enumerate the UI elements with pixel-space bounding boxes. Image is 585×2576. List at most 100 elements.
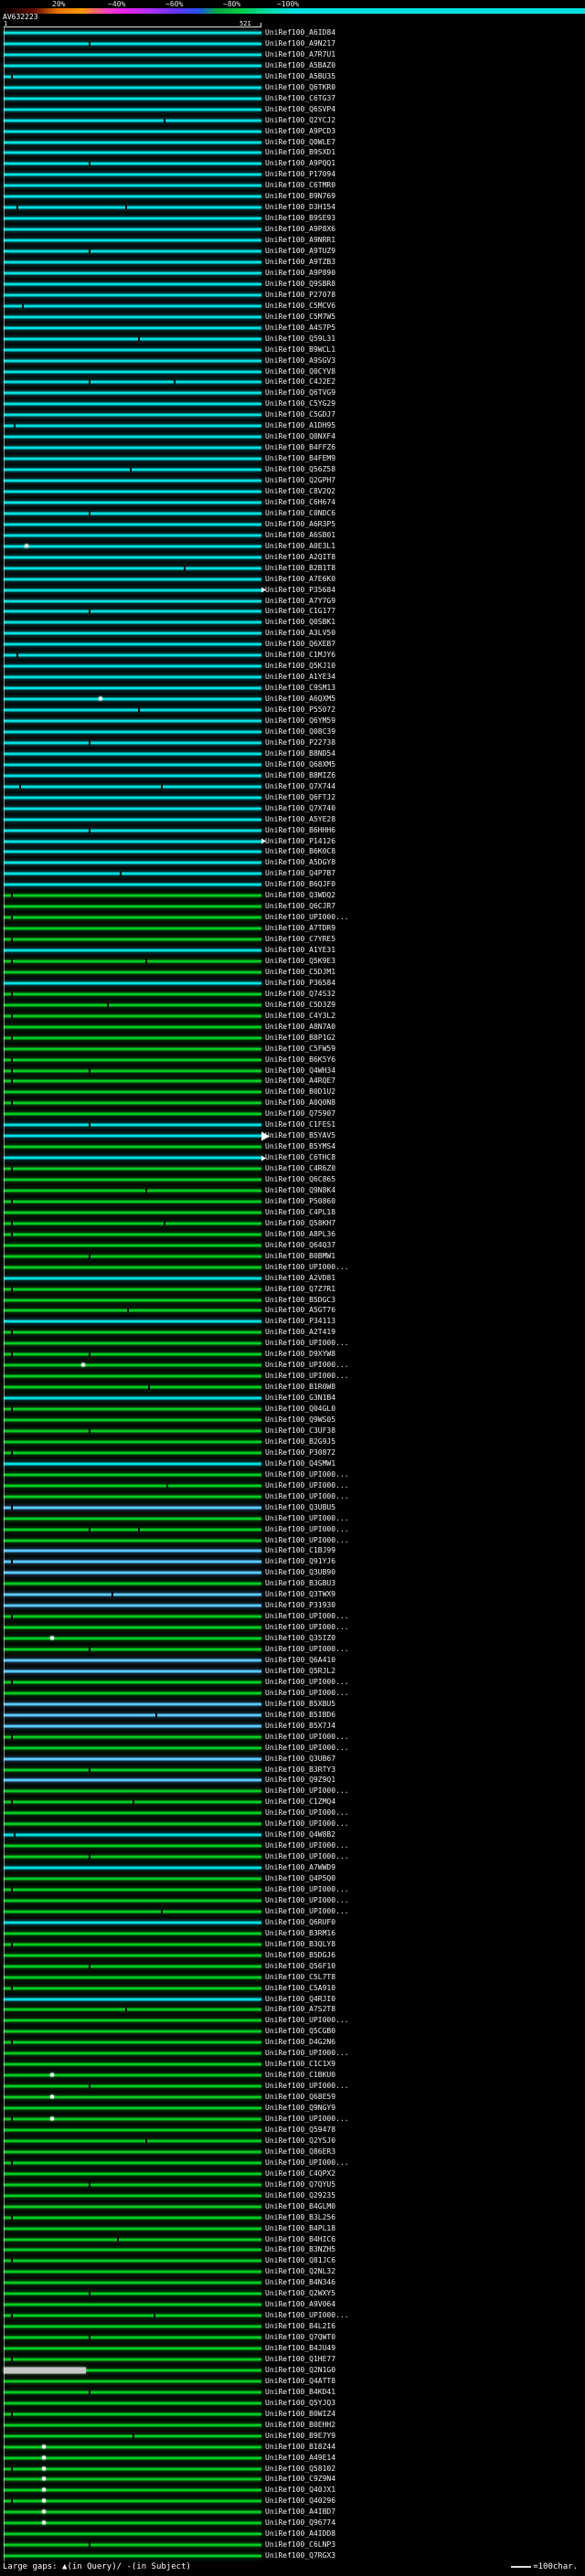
hit-row[interactable]: UniRef100_C8V2Q2 — [0, 486, 585, 497]
hit-row[interactable]: UniRef100_C6H674 — [0, 497, 585, 508]
hit-row[interactable]: UniRef100_Q9SBR8 — [0, 279, 585, 290]
hit-row[interactable]: UniRef100_UPI000... — [0, 1611, 585, 1622]
hit-row[interactable]: UniRef100_A4RQE7 — [0, 1076, 585, 1087]
hit-row[interactable]: UniRef100_C5A910 — [0, 1983, 585, 1994]
hit-label[interactable]: UniRef100_Q35IZ0 — [265, 1635, 335, 1642]
hit-label[interactable]: UniRef100_Q56Z58 — [265, 466, 335, 473]
hit-label[interactable]: UniRef100_B0EHH2 — [265, 2421, 335, 2429]
hit-label[interactable]: UniRef100_A2VD81 — [265, 1274, 335, 1282]
hit-bar[interactable] — [4, 1571, 261, 1574]
hit-row[interactable]: UniRef100_B4JU49 — [0, 2343, 585, 2354]
hit-bar[interactable] — [4, 1604, 261, 1607]
hit-label[interactable]: UniRef100_UPI000... — [265, 2017, 349, 2024]
hit-row[interactable]: UniRef100_B3RM16 — [0, 1928, 585, 1939]
hit-bar[interactable] — [4, 544, 261, 548]
hit-label[interactable]: UniRef100_B4JU49 — [265, 2345, 335, 2352]
hit-bar[interactable] — [4, 1844, 261, 1848]
hit-bar[interactable] — [4, 784, 261, 790]
hit-bar[interactable] — [4, 118, 261, 123]
hit-row[interactable]: UniRef100_A4S7P5 — [0, 323, 585, 334]
hit-row[interactable]: UniRef100_Q5CGB0 — [0, 2026, 585, 2037]
hit-row[interactable]: UniRef100_UPI000... — [0, 1622, 585, 1633]
hit-row[interactable]: UniRef100_Q75907 — [0, 1108, 585, 1119]
hit-row[interactable]: UniRef100_P27078 — [0, 290, 585, 301]
hit-label[interactable]: UniRef100_UPI000... — [265, 1470, 349, 1479]
hit-label[interactable]: UniRef100_B4PL18 — [265, 2224, 335, 2232]
hit-label[interactable]: UniRef100_Q9N8K4 — [265, 1187, 335, 1194]
hit-row[interactable]: UniRef100_A49E14 — [0, 2453, 585, 2464]
hit-bar[interactable] — [4, 1986, 261, 1991]
hit-bar[interactable] — [4, 1527, 261, 1532]
hit-row[interactable]: UniRef100_Q68XM5 — [0, 759, 585, 770]
hit-bar[interactable] — [4, 1352, 261, 1357]
hit-bar[interactable] — [4, 1287, 261, 1292]
hit-row[interactable]: UniRef100_A9TZB3 — [0, 257, 585, 268]
hit-row[interactable]: UniRef100_UPI000... — [0, 1807, 585, 1818]
hit-label[interactable]: UniRef100_C5A910 — [265, 1984, 335, 1992]
hit-bar[interactable] — [4, 2106, 261, 2110]
hit-row[interactable]: UniRef100_Q0WLE7 — [0, 137, 585, 148]
hit-bar[interactable] — [4, 1232, 261, 1237]
hit-label[interactable]: UniRef100_UPI000... — [265, 1744, 349, 1752]
hit-row[interactable]: UniRef100_Q4P7B7 — [0, 868, 585, 879]
hit-label[interactable]: UniRef100_B3L256 — [265, 2213, 335, 2221]
hit-label[interactable]: UniRef100_B9SE93 — [265, 215, 335, 222]
hit-bar[interactable] — [4, 1462, 261, 1466]
hit-label[interactable]: UniRef100_Q75907 — [265, 1110, 335, 1118]
hit-label[interactable]: UniRef100_B2B1T8 — [265, 564, 335, 572]
hit-label[interactable]: UniRef100_B6HHH6 — [265, 826, 335, 834]
hit-bar[interactable] — [4, 1877, 261, 1881]
hit-label[interactable]: UniRef100_B9WCL1 — [265, 345, 335, 354]
hit-bar[interactable] — [4, 2455, 261, 2460]
hit-bar[interactable] — [4, 1832, 261, 1838]
hit-row[interactable]: UniRef100_B18Z44 — [0, 2442, 585, 2453]
hit-label[interactable]: UniRef100_UPI000... — [265, 1340, 349, 1347]
hit-bar[interactable] — [4, 1145, 261, 1149]
hit-bar[interactable] — [4, 2237, 261, 2242]
hit-row[interactable]: UniRef100_A8N7A0 — [0, 1022, 585, 1033]
hit-bar[interactable] — [4, 719, 261, 723]
hit-row[interactable]: UniRef100_Q2YCJ2 — [0, 115, 585, 126]
hit-bar[interactable] — [4, 2083, 261, 2089]
hit-bar[interactable] — [4, 1854, 261, 1860]
hit-label[interactable]: UniRef100_Q68XM5 — [265, 760, 335, 769]
hit-bar[interactable] — [4, 1724, 261, 1728]
hit-label[interactable]: UniRef100_C6THC8 — [265, 1154, 335, 1161]
hit-label[interactable]: UniRef100_B18Z44 — [265, 2443, 335, 2451]
hit-label[interactable]: UniRef100_A4S7P5 — [265, 323, 335, 332]
hit-row[interactable]: UniRef100_A9PCD3 — [0, 126, 585, 137]
hit-label[interactable]: UniRef100_Q7X744 — [265, 782, 335, 790]
hit-bar[interactable] — [4, 2116, 261, 2122]
hit-label[interactable]: UniRef100_Q81JC6 — [265, 2257, 335, 2264]
hit-row[interactable]: UniRef100_C6TMR0 — [0, 180, 585, 191]
hit-row[interactable]: UniRef100_UPI000... — [0, 1743, 585, 1754]
hit-bar[interactable] — [4, 850, 261, 853]
hit-label[interactable]: UniRef100_Q3UB90 — [265, 1569, 335, 1576]
hit-row[interactable]: UniRef100_UPI000... — [0, 2157, 585, 2168]
hit-label[interactable]: UniRef100_C6H674 — [265, 498, 335, 506]
hit-bar[interactable] — [4, 1592, 261, 1597]
hit-label[interactable]: UniRef100_A9TZB3 — [265, 258, 335, 266]
hit-row[interactable]: UniRef100_C5L7T8 — [0, 1972, 585, 1983]
hit-bar[interactable] — [4, 1505, 261, 1511]
hit-bar[interactable] — [4, 2072, 261, 2077]
hit-label[interactable]: UniRef100_Q7X740 — [265, 804, 335, 812]
hit-bar[interactable] — [4, 1440, 261, 1444]
hit-bar[interactable] — [4, 1626, 261, 1629]
hit-row[interactable]: UniRef100_Q56F10 — [0, 1961, 585, 1972]
hit-bar[interactable] — [4, 1330, 261, 1335]
hit-bar[interactable] — [4, 1078, 261, 1084]
hit-label[interactable]: UniRef100_Q0SBK1 — [265, 619, 335, 626]
hit-label[interactable]: UniRef100_UPI000... — [265, 2083, 349, 2090]
hit-label[interactable]: UniRef100_UPI000... — [265, 914, 349, 921]
hit-bar[interactable] — [4, 1887, 261, 1892]
hit-bar[interactable] — [4, 818, 261, 822]
hit-label[interactable]: UniRef100_B9E7Y9 — [265, 2432, 335, 2440]
hit-label[interactable]: UniRef100_Q6CJR7 — [265, 903, 335, 910]
hit-label[interactable]: UniRef100_C5YG29 — [265, 400, 335, 408]
hit-label[interactable]: UniRef100_Q9NGY9 — [265, 2104, 335, 2112]
hit-bar[interactable] — [4, 807, 261, 811]
hit-label[interactable]: UniRef100_Q64Q37 — [265, 1241, 335, 1249]
hit-label[interactable]: UniRef100_B4N346 — [265, 2279, 335, 2286]
hit-bar[interactable] — [4, 523, 261, 526]
